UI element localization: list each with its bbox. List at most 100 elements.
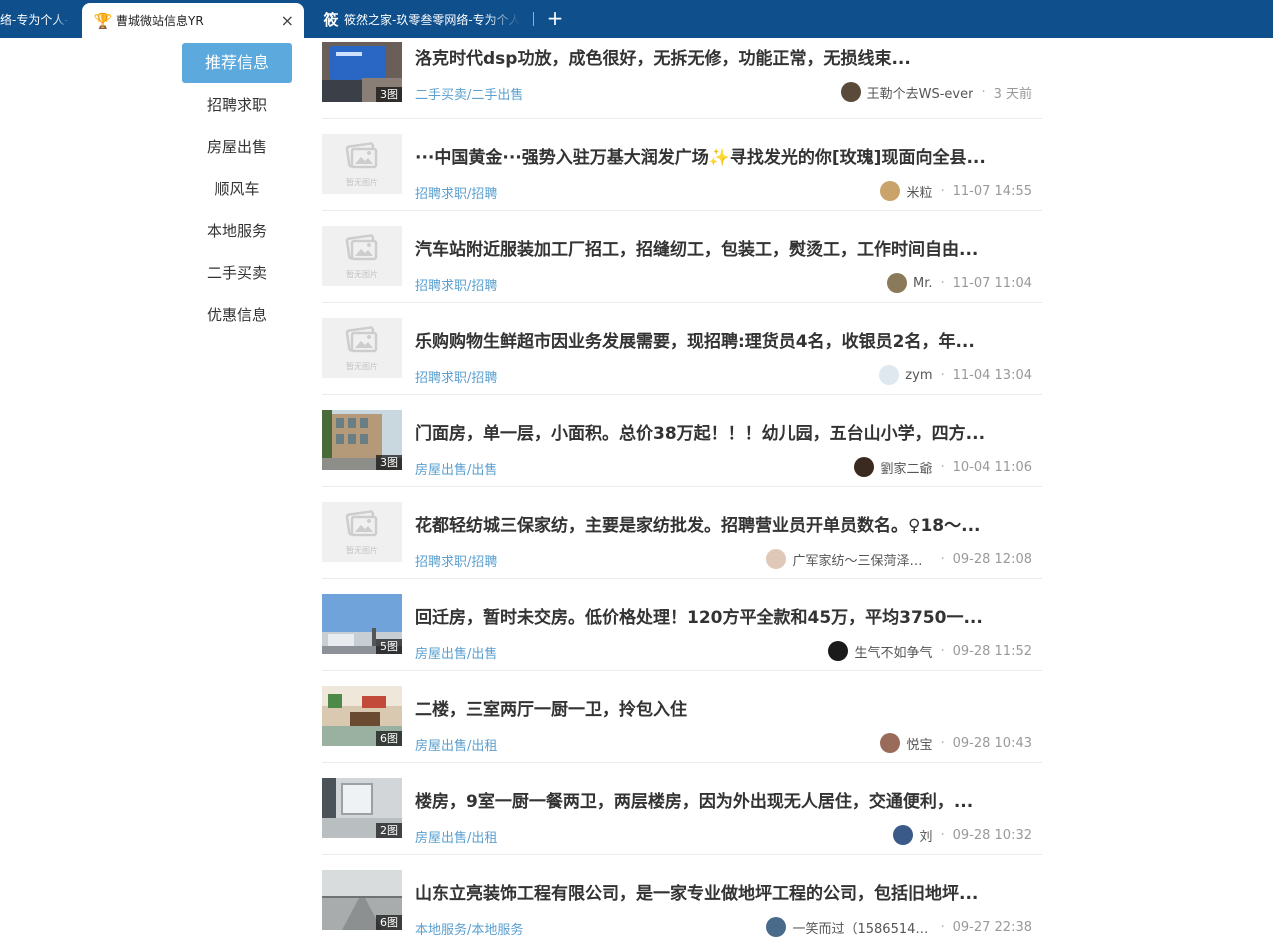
post-author[interactable]: 广军家纺～三保菏泽招... <box>792 550 932 569</box>
post-thumbnail[interactable]: 3图 <box>322 410 402 470</box>
post-thumbnail[interactable]: 3图 <box>322 42 402 102</box>
post-thumbnail[interactable]: 6图 <box>322 686 402 746</box>
browser-tab-1[interactable]: 络-专为个人- <box>0 0 78 38</box>
post-item[interactable]: 6图 二楼，三室两厅一厨一卫，拎包入住房屋出售/出租 悦宝 · 09-28 10:43 <box>322 671 1042 763</box>
post-time: 09-28 10:43 <box>952 735 1032 751</box>
post-item[interactable]: 3图 门面房，单一层，小面积。总价38万起！！！幼儿园，五台山小学，四方... 房屋… <box>322 395 1042 487</box>
avatar[interactable] <box>886 273 907 293</box>
post-meta: 刘 · 09-28 10:32 <box>893 825 1032 845</box>
post-time: 09-28 10:32 <box>952 827 1032 843</box>
post-item[interactable]: 暂无图片 汽车站附近服装加工厂招工，招缝纫工，包装工，熨烫工，工作时间自由... 招… <box>322 211 1042 303</box>
sidebar-item-5[interactable]: 二手买卖 <box>182 252 292 294</box>
post-author[interactable]: 一笑而过（1586514961... <box>792 918 932 937</box>
post-author[interactable]: Mr. <box>913 276 933 291</box>
no-image-placeholder[interactable]: 暂无图片 <box>322 502 402 562</box>
post-time: 11-04 13:04 <box>952 367 1032 383</box>
post-author[interactable]: 王勒个去WS-ever <box>867 83 974 102</box>
post-time: 11-07 11:04 <box>952 275 1032 291</box>
post-thumbnail[interactable]: 2图 <box>322 778 402 838</box>
tab-title: 络-专为个人- <box>0 12 69 27</box>
sidebar-item-4[interactable]: 本地服务 <box>182 210 292 252</box>
post-title[interactable]: 二楼，三室两厅一厨一卫，拎包入住 <box>415 695 1035 720</box>
sidebar-item-3[interactable]: 顺风车 <box>182 168 292 210</box>
post-item[interactable]: 暂无图片 花都轻纺城三保家纺，主要是家纺批发。招聘营业员开单员数名。♀18～...… <box>322 487 1042 579</box>
post-meta: 广军家纺～三保菏泽招... · 09-28 12:08 <box>766 549 1032 569</box>
image-placeholder-icon <box>342 509 382 543</box>
image-placeholder-icon <box>342 325 382 359</box>
image-count-badge: 5图 <box>376 639 402 654</box>
post-title[interactable]: 洛克时代dsp功放，成色很好，无拆无修，功能正常，无损线束... <box>415 44 1035 69</box>
avatar[interactable] <box>840 82 861 102</box>
post-category-link[interactable]: 房屋出售/出售 <box>415 643 497 662</box>
post-author[interactable]: zym <box>905 368 932 383</box>
post-thumbnail[interactable]: 6图 <box>322 870 402 930</box>
placeholder-label: 暂无图片 <box>346 361 378 371</box>
no-image-placeholder[interactable]: 暂无图片 <box>322 134 402 194</box>
post-author[interactable]: 劉家二爺 <box>880 458 932 477</box>
meta-separator: · <box>940 367 945 383</box>
avatar[interactable] <box>854 457 875 477</box>
avatar[interactable] <box>880 181 901 201</box>
post-title[interactable]: 汽车站附近服装加工厂招工，招缝纫工，包装工，熨烫工，工作时间自由... <box>415 235 1035 260</box>
post-meta: 劉家二爺 · 10-04 11:06 <box>854 457 1032 477</box>
tab-title: 筱然之家-玖零叁零网络-专为个人 <box>344 12 521 27</box>
post-category-link[interactable]: 房屋出售/出租 <box>415 735 497 754</box>
avatar[interactable] <box>766 549 787 569</box>
sidebar-item-1[interactable]: 招聘求职 <box>182 84 292 126</box>
post-item[interactable]: 暂无图片 ···中国黄金···强势入驻万基大润发广场✨寻找发光的你[玫瑰]现面向全… <box>322 119 1042 211</box>
browser-tab-3[interactable]: 筱 筱然之家-玖零叁零网络-专为个人 <box>316 0 526 38</box>
post-time: 09-27 22:38 <box>952 919 1032 935</box>
post-title[interactable]: 回迁房，暂时未交房。低价格处理！120方平全款和45万，平均3750一... <box>415 603 1035 628</box>
tab-separator <box>533 12 534 26</box>
post-title[interactable]: 门面房，单一层，小面积。总价38万起！！！幼儿园，五台山小学，四方... <box>415 419 1035 444</box>
post-category-link[interactable]: 本地服务/本地服务 <box>415 919 523 938</box>
avatar[interactable] <box>893 825 914 845</box>
post-time: 10-04 11:06 <box>952 459 1032 475</box>
sidebar-item-6[interactable]: 优惠信息 <box>182 294 292 336</box>
avatar[interactable] <box>879 365 900 385</box>
post-category-link[interactable]: 房屋出售/出售 <box>415 459 497 478</box>
meta-separator: · <box>940 643 945 659</box>
avatar[interactable] <box>880 733 901 753</box>
post-category-link[interactable]: 二手买卖/二手出售 <box>415 84 523 103</box>
post-category-link[interactable]: 招聘求职/招聘 <box>415 275 497 294</box>
post-author[interactable]: 米粒 <box>906 182 932 201</box>
sidebar-item-2[interactable]: 房屋出售 <box>182 126 292 168</box>
post-title[interactable]: ···中国黄金···强势入驻万基大润发广场✨寻找发光的你[玫瑰]现面向全县... <box>415 143 1035 168</box>
post-title[interactable]: 楼房，9室一厨一餐两卫，两层楼房，因为外出现无人居住，交通便利，... <box>415 787 1035 812</box>
post-item[interactable]: 2图 楼房，9室一厨一餐两卫，两层楼房，因为外出现无人居住，交通便利，... 房屋出… <box>322 763 1042 855</box>
post-time: 3 天前 <box>993 86 1032 102</box>
post-item[interactable]: 6图 山东立亮装饰工程有限公司，是一家专业做地坪工程的公司，包括旧地坪... 本地服… <box>322 855 1042 943</box>
avatar[interactable] <box>766 917 787 937</box>
post-author[interactable]: 悦宝 <box>906 734 932 753</box>
post-title[interactable]: 花都轻纺城三保家纺，主要是家纺批发。招聘营业员开单员数名。♀18～... <box>415 511 1035 536</box>
post-item[interactable]: 5图 回迁房，暂时未交房。低价格处理！120方平全款和45万，平均3750一...… <box>322 579 1042 671</box>
post-thumbnail[interactable]: 5图 <box>322 594 402 654</box>
meta-separator: · <box>981 84 986 100</box>
meta-separator: · <box>940 827 945 843</box>
placeholder-label: 暂无图片 <box>346 545 378 555</box>
post-title[interactable]: 乐购购物生鲜超市因业务发展需要，现招聘:理货员4名，收银员2名，年... <box>415 327 1035 352</box>
post-time: 11-07 14:55 <box>952 183 1032 199</box>
post-category-link[interactable]: 招聘求职/招聘 <box>415 551 497 570</box>
post-category-link[interactable]: 招聘求职/招聘 <box>415 367 497 386</box>
post-category-link[interactable]: 房屋出售/出租 <box>415 827 497 846</box>
meta-separator: · <box>940 459 945 475</box>
image-placeholder-icon <box>342 141 382 175</box>
close-icon[interactable]: × <box>281 11 294 30</box>
avatar[interactable] <box>828 641 849 661</box>
no-image-placeholder[interactable]: 暂无图片 <box>322 318 402 378</box>
post-item[interactable]: 暂无图片 乐购购物生鲜超市因业务发展需要，现招聘:理货员4名，收银员2名，年...… <box>322 303 1042 395</box>
post-title[interactable]: 山东立亮装饰工程有限公司，是一家专业做地坪工程的公司，包括旧地坪... <box>415 879 1035 904</box>
post-author[interactable]: 刘 <box>919 826 932 845</box>
browser-tab-2-active[interactable]: 🏆 曹城微站信息YR × <box>82 3 304 38</box>
meta-separator: · <box>940 551 945 567</box>
post-author[interactable]: 生气不如争气 <box>854 642 932 661</box>
sidebar-item-0[interactable]: 推荐信息 <box>182 43 292 83</box>
trophy-icon: 🏆 <box>93 11 113 30</box>
post-meta: 悦宝 · 09-28 10:43 <box>880 733 1032 753</box>
post-item[interactable]: 3图 洛克时代dsp功放，成色很好，无拆无修，功能正常，无损线束... 二手买卖/二… <box>322 42 1042 119</box>
post-category-link[interactable]: 招聘求职/招聘 <box>415 183 497 202</box>
no-image-placeholder[interactable]: 暂无图片 <box>322 226 402 286</box>
new-tab-button[interactable]: + <box>545 6 565 30</box>
